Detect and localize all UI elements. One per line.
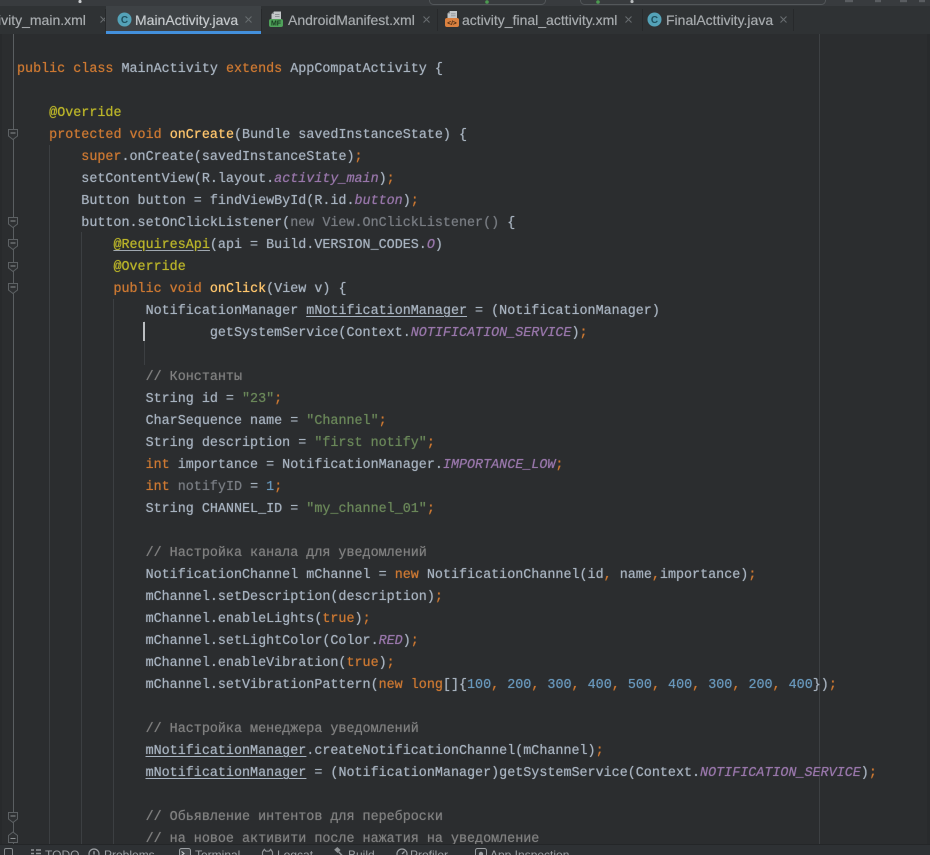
svg-text:MF: MF xyxy=(271,21,282,28)
svg-text:C: C xyxy=(121,15,128,26)
svg-text:</>: </> xyxy=(447,20,457,27)
svg-text:C: C xyxy=(651,15,658,26)
